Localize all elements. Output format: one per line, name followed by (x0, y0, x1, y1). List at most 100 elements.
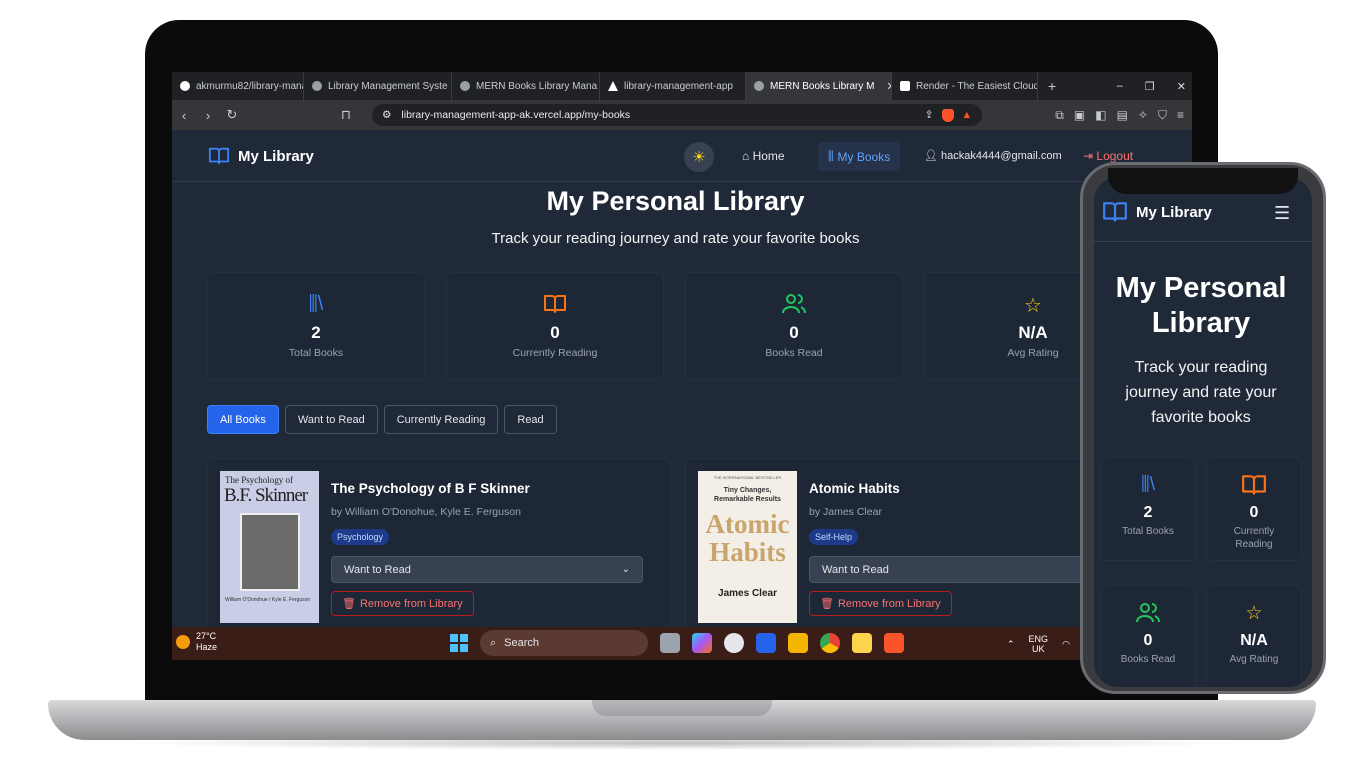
minimize-icon[interactable]: – (1117, 80, 1123, 93)
cover-authors: William O'Donohue / Kyle E. Ferguson (225, 597, 311, 603)
windows-start-icon[interactable] (450, 634, 468, 652)
bookmark-icon[interactable]: ⊓ (334, 107, 358, 123)
users-icon (1101, 602, 1195, 626)
maximize-icon[interactable]: ❐ (1145, 80, 1155, 93)
menu-icon[interactable]: ≡ (1177, 108, 1184, 123)
logout-button[interactable]: ⇥ Logout (1083, 149, 1133, 163)
window-controls: – ❐ ✕ (1117, 80, 1192, 93)
phone-brand-label: My Library (1136, 203, 1212, 221)
chrome-icon[interactable] (820, 633, 840, 653)
wifi-icon[interactable]: ◠ (1062, 639, 1070, 649)
leo-ai-icon[interactable]: ✧ (1138, 108, 1148, 123)
my-books-page: My Personal Library Track your reading j… (172, 182, 1192, 633)
url-field[interactable]: ⚙ library-management-app-ak.vercel.app/m… (372, 104, 982, 126)
taskbar-search[interactable]: ⌕ Search (480, 630, 648, 656)
brand[interactable]: My Library (208, 146, 314, 166)
stat-label: Books Read (1120, 654, 1176, 665)
trash-icon: 🗑︎ (342, 598, 356, 610)
book-cover: THE INTERNATIONAL BESTSELLER Tiny Change… (698, 471, 797, 623)
book-open-icon (447, 293, 663, 317)
hamburger-menu-icon[interactable]: ☰ (1274, 203, 1290, 224)
stat-label: Total Books (1122, 526, 1174, 537)
new-tab-icon[interactable]: + (1038, 78, 1066, 94)
reload-icon[interactable]: ↻ (220, 107, 244, 123)
stat-value: 0 (550, 323, 560, 342)
browser-tab[interactable]: library-management-app (600, 72, 746, 100)
filter-read[interactable]: Read (504, 405, 557, 434)
nav-my-books-link[interactable]: ⫼ My Books (818, 142, 901, 171)
share-icon[interactable]: ⇪ (925, 109, 934, 121)
book-open-icon (1207, 474, 1301, 498)
stat-value: 2 (311, 323, 321, 342)
weather-condition: Haze (196, 642, 218, 652)
filter-currently-reading[interactable]: Currently Reading (383, 405, 499, 434)
phone-screen: My Library ☰ My Personal Library Track y… (1094, 177, 1312, 687)
browser-tab[interactable]: MERN Books Library Mana (452, 72, 600, 100)
book-open-icon (208, 147, 230, 165)
theme-toggle-sun-icon[interactable]: ☀ (684, 142, 714, 172)
nav-home-link[interactable]: ⌂ Home (742, 149, 785, 163)
taskbar-apps: ⌕ Search (450, 630, 904, 656)
clock-app-icon[interactable] (724, 633, 744, 653)
browser-tab[interactable]: Library Management Syste (304, 72, 452, 100)
forward-icon[interactable]: › (196, 108, 220, 123)
browser-tab[interactable]: akmurmu82/library-manag (172, 72, 304, 100)
stat-value: 0 (789, 323, 799, 342)
phone-brand[interactable]: My Library (1102, 201, 1212, 223)
tab-label: akmurmu82/library-manag (196, 80, 304, 92)
cover-title-main: Atomic (705, 509, 790, 539)
filter-all-books[interactable]: All Books (207, 405, 279, 434)
extensions-icon[interactable]: ⧉ (1055, 108, 1064, 123)
copilot-icon[interactable] (692, 633, 712, 653)
language-indicator[interactable]: ENG UK (1029, 634, 1049, 654)
brave-shield-icon[interactable] (941, 108, 954, 122)
task-view-icon[interactable] (660, 633, 680, 653)
tab-label: Library Management Syste (328, 80, 448, 92)
phone-page-title: My Personal Library (1115, 272, 1287, 339)
site-settings-icon[interactable]: ⚙ (382, 109, 391, 121)
url-text: library-management-app-ak.vercel.app/my-… (401, 109, 631, 121)
brave-rewards-icon[interactable]: ▲ (962, 109, 972, 121)
stat-value: 0 (1249, 504, 1259, 521)
nav-user[interactable]: 👤︎ hackak4444@gmail.com (924, 149, 1062, 162)
lang-code: ENG (1028, 634, 1049, 644)
search-label: Search (504, 637, 540, 649)
phone-page-subtitle: Track your reading journey and rate your… (1125, 359, 1277, 426)
back-icon[interactable]: ‹ (172, 108, 196, 123)
stat-label: Currently Reading (1233, 526, 1275, 550)
remove-from-library-button[interactable]: 🗑︎ Remove from Library (809, 591, 952, 616)
file-explorer-icon[interactable] (788, 633, 808, 653)
weather-sun-icon (176, 635, 190, 649)
nav-my-books-label: My Books (837, 149, 891, 164)
tab-label: library-management-app (624, 80, 733, 92)
stat-value: N/A (1240, 632, 1268, 649)
brave-browser-icon[interactable] (884, 633, 904, 653)
close-window-icon[interactable]: ✕ (1177, 80, 1186, 93)
remove-label: Remove from Library (359, 597, 463, 610)
wallet-icon[interactable]: ▤ (1117, 108, 1128, 123)
keep-notes-icon[interactable] (852, 633, 872, 653)
remove-from-library-button[interactable]: 🗑︎ Remove from Library (331, 591, 474, 616)
reading-status-select[interactable]: Want to Read (809, 556, 1121, 583)
mockup-stage: akmurmu82/library-manag Library Manageme… (0, 0, 1366, 768)
chevron-up-icon[interactable]: ⌃ (1007, 639, 1015, 649)
book-cover: The Psychology of B.F. Skinner William O… (220, 471, 319, 623)
screenshot-icon[interactable]: ▣ (1074, 108, 1085, 123)
sidebar-icon[interactable]: ◧ (1095, 108, 1106, 123)
weather-widget[interactable]: 27°C Haze (176, 631, 217, 653)
stat-label: Avg Rating (1229, 654, 1279, 665)
vpn-icon[interactable]: ⛉ (1158, 108, 1167, 123)
reading-status-select[interactable]: Want to Read ⌄ (331, 556, 643, 583)
tab-label: MERN Books Library M (770, 80, 875, 92)
weather-temp: 27°C (196, 631, 217, 641)
book-title: The Psychology of B F Skinner (331, 481, 530, 496)
address-bar-row: ‹ › ↻ ⊓ ⚙ library-management-app-ak.verc… (172, 100, 1192, 130)
render-icon (900, 81, 910, 91)
filter-want-to-read[interactable]: Want to Read (284, 405, 378, 434)
vscode-icon[interactable] (756, 633, 776, 653)
logout-label: Logout (1096, 149, 1134, 163)
cover-tagline: Tiny Changes, Remarkable Results (714, 487, 781, 503)
page-title: My Personal Library (546, 186, 805, 216)
browser-tab-active[interactable]: MERN Books Library M ✕ (746, 72, 892, 100)
browser-tab[interactable]: Render - The Easiest Cloud (892, 72, 1038, 100)
